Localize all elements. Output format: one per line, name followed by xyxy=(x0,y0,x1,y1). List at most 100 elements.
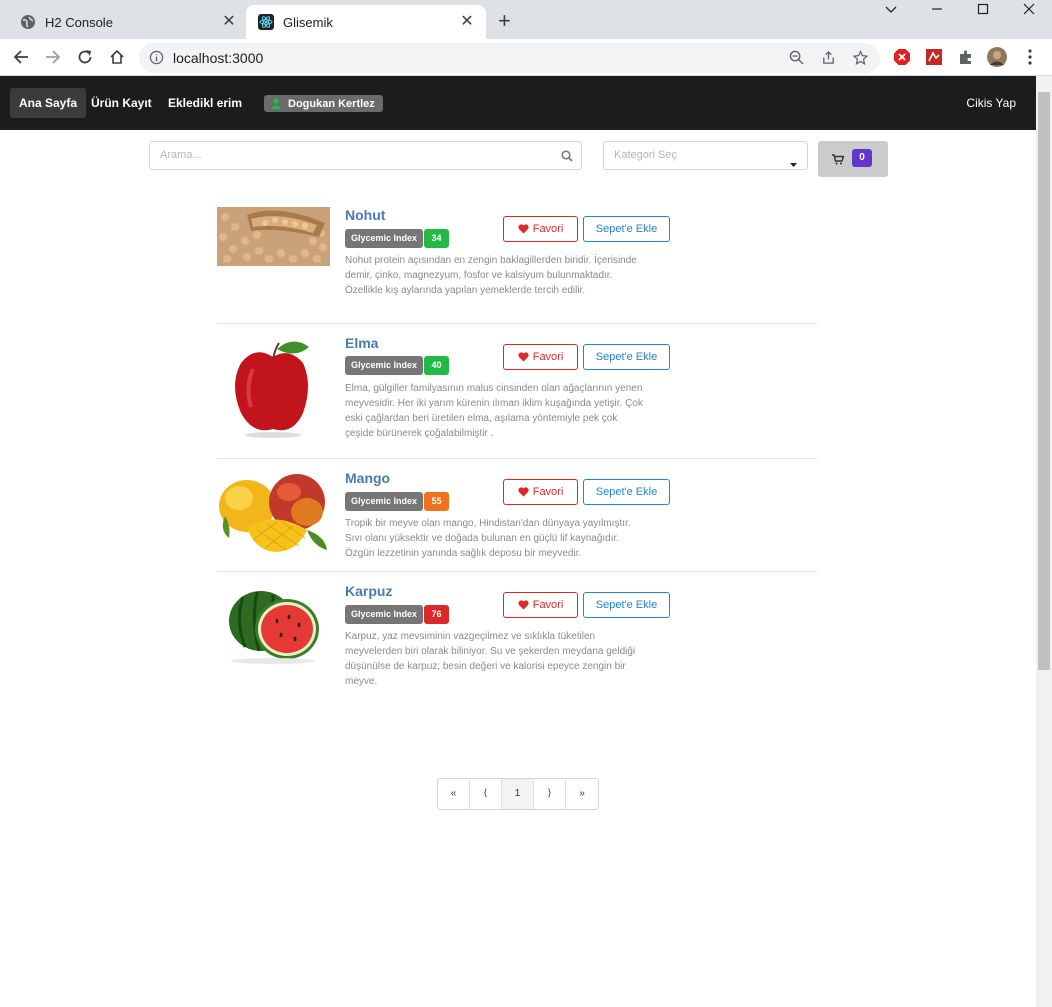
search-icon xyxy=(561,149,573,167)
heart-icon xyxy=(518,600,529,610)
product-name[interactable]: Elma xyxy=(345,335,378,351)
tab-title: H2 Console xyxy=(45,14,113,30)
user-badge: Dogukan Kertlez xyxy=(264,95,383,112)
chevron-down-icon[interactable] xyxy=(871,2,911,22)
page-first-button[interactable]: « xyxy=(438,779,470,809)
product-item: Mango Glycemic Index 55 Favori Sepet'e E… xyxy=(217,470,817,570)
browser-window: H2 Console ✕ Glisemik ✕ + localhost:3000… xyxy=(0,0,1052,1007)
search-placeholder: Arama... xyxy=(160,149,202,161)
divider xyxy=(217,571,817,572)
product-image-chickpea xyxy=(217,207,330,266)
cart-button[interactable]: 0 xyxy=(818,141,888,177)
user-name: Dogukan Kertlez xyxy=(288,97,375,110)
zoom-icon[interactable] xyxy=(789,50,804,70)
logout-link[interactable]: Cikis Yap xyxy=(966,88,1016,118)
scrollbar-thumb[interactable] xyxy=(1038,92,1050,670)
search-input[interactable]: Arama... xyxy=(149,141,582,170)
menu-item-added[interactable]: Ekledikl erim xyxy=(159,88,251,118)
reload-icon[interactable] xyxy=(73,45,97,69)
url-text: localhost:3000 xyxy=(173,50,264,66)
glycemic-index-label: Glycemic Index xyxy=(345,229,424,248)
page-scrollbar[interactable] xyxy=(1036,76,1052,1007)
glycemic-index-value: 76 xyxy=(424,605,449,624)
cart-icon xyxy=(832,152,845,170)
tab-title: Glisemik xyxy=(283,14,333,30)
product-item: Elma Glycemic Index 40 Favori Sepet'e Ek… xyxy=(217,335,817,455)
add-to-cart-button[interactable]: Sepet'e Ekle xyxy=(583,216,670,242)
heart-icon xyxy=(518,352,529,362)
pagination: « ⟨ 1 ⟩ » xyxy=(437,778,599,810)
favorite-button[interactable]: Favori xyxy=(503,479,578,505)
maximize-icon[interactable] xyxy=(963,2,1003,22)
product-description: Karpuz, yaz mevsiminin vazgeçilmez ve sı… xyxy=(345,631,636,687)
menu-item-product-register[interactable]: Ürün Kayıt xyxy=(82,88,161,118)
product-description: Elma, gülgiller familyasının malus cinsi… xyxy=(345,383,643,439)
product-image-apple xyxy=(217,335,330,445)
bookmark-star-icon[interactable] xyxy=(852,49,869,70)
adblock-extension-icon[interactable] xyxy=(892,47,912,67)
product-name[interactable]: Karpuz xyxy=(345,583,392,599)
info-icon[interactable] xyxy=(149,50,164,70)
glycemic-index-value: 34 xyxy=(424,229,449,248)
favorite-button[interactable]: Favori xyxy=(503,344,578,370)
favorite-button[interactable]: Favori xyxy=(503,216,578,242)
address-bar[interactable]: localhost:3000 xyxy=(139,43,880,73)
product-image-mango xyxy=(217,470,330,556)
heart-icon xyxy=(518,224,529,234)
home-icon[interactable] xyxy=(105,45,129,69)
extension-red-icon[interactable] xyxy=(924,47,944,67)
add-to-cart-button[interactable]: Sepet'e Ekle xyxy=(583,592,670,618)
page-number-button[interactable]: 1 xyxy=(502,779,534,809)
product-image-watermelon xyxy=(217,583,330,675)
product-name[interactable]: Nohut xyxy=(345,207,385,223)
close-icon[interactable]: ✕ xyxy=(458,13,476,31)
favorite-label: Favori xyxy=(532,486,564,498)
heart-icon xyxy=(518,487,529,497)
profile-avatar[interactable] xyxy=(987,47,1007,67)
product-description: Nohut protein açısından en zengin baklag… xyxy=(345,255,637,296)
favorite-button[interactable]: Favori xyxy=(503,592,578,618)
divider xyxy=(217,458,817,459)
minimize-icon[interactable] xyxy=(917,2,957,22)
forward-arrow-icon[interactable] xyxy=(41,45,65,69)
add-to-cart-button[interactable]: Sepet'e Ekle xyxy=(583,479,670,505)
puzzle-extensions-icon[interactable] xyxy=(956,47,976,67)
user-icon xyxy=(270,98,282,109)
tab-h2-console[interactable]: H2 Console ✕ xyxy=(8,5,246,39)
favorite-label: Favori xyxy=(532,599,564,611)
glycemic-index-label: Glycemic Index xyxy=(345,492,424,511)
product-name[interactable]: Mango xyxy=(345,470,390,486)
menu-item-home[interactable]: Ana Sayfa xyxy=(10,88,87,118)
close-icon[interactable]: ✕ xyxy=(220,13,238,31)
react-icon xyxy=(258,14,274,30)
product-item: Karpuz Glycemic Index 76 Favori Sepet'e … xyxy=(217,583,817,693)
cart-count-badge: 0 xyxy=(852,149,872,167)
page-content: Ana Sayfa Ürün Kayıt Ekledikl erim Doguk… xyxy=(0,76,1036,1007)
back-arrow-icon[interactable] xyxy=(9,45,33,69)
page-prev-button[interactable]: ⟨ xyxy=(470,779,502,809)
product-item: Nohut Glycemic Index 34 Favori Sepet'e E… xyxy=(217,207,817,317)
browser-toolbar: localhost:3000 xyxy=(0,39,1052,76)
category-placeholder: Kategori Seç xyxy=(614,149,677,161)
glycemic-index-label: Glycemic Index xyxy=(345,356,424,375)
glycemic-index-label: Glycemic Index xyxy=(345,605,424,624)
share-icon[interactable] xyxy=(821,50,836,70)
favorite-label: Favori xyxy=(532,223,564,235)
favorite-label: Favori xyxy=(532,351,564,363)
page-last-button[interactable]: » xyxy=(566,779,598,809)
globe-icon xyxy=(20,14,36,30)
menu-dots-icon[interactable] xyxy=(1020,47,1040,67)
glycemic-index-value: 40 xyxy=(424,356,449,375)
dropdown-caret-icon xyxy=(790,154,797,172)
top-menu: Ana Sayfa Ürün Kayıt Ekledikl erim Doguk… xyxy=(0,76,1036,130)
category-dropdown[interactable]: Kategori Seç xyxy=(603,141,808,170)
divider xyxy=(217,323,817,324)
glycemic-index-value: 55 xyxy=(424,492,449,511)
product-description: Tropik bir meyve olan mango, Hindistan'd… xyxy=(345,518,631,559)
page-next-button[interactable]: ⟩ xyxy=(534,779,566,809)
tab-strip: H2 Console ✕ Glisemik ✕ + xyxy=(0,0,1052,39)
tab-glisemik[interactable]: Glisemik ✕ xyxy=(246,5,486,39)
window-close-icon[interactable] xyxy=(1009,2,1049,22)
new-tab-icon[interactable]: + xyxy=(498,10,511,32)
add-to-cart-button[interactable]: Sepet'e Ekle xyxy=(583,344,670,370)
